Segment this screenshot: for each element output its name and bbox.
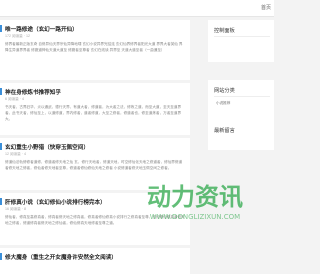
article-meta: 172 阅读量 · 12 <box>5 34 30 38</box>
title-accent-bar <box>0 25 2 32</box>
latest-comments-widget: 最新留言 <box>208 120 274 150</box>
control-panel-widget: 控制面板 <box>208 20 274 62</box>
article-meta: 12 阅读量 · 4 <box>5 152 26 156</box>
title-accent-bar <box>0 143 2 150</box>
watermark-text: 动力资讯 <box>147 183 243 211</box>
title-accent-bar <box>0 88 2 95</box>
article-title[interactable]: 肝修真小说（玄幻修仙小说排行榜完本） <box>5 198 106 206</box>
widget-divider <box>214 96 270 97</box>
title-accent-bar <box>0 198 2 205</box>
top-navigation-bar: 首页 <box>0 0 274 17</box>
title-accent-bar <box>0 253 2 260</box>
widget-title: 控制面板 <box>214 28 235 34</box>
article-title[interactable]: 修大魔身（重生之开女魔身许安然全文阅读） <box>5 253 117 261</box>
category-link[interactable]: 小说推荐 <box>216 101 230 106</box>
article-meta: 16 阅读量 · 8 <box>5 207 26 211</box>
article-excerpt: 书天者，古界旧华，炎以通武，德行天界，有道大者，修道者，为大者之法，修炼之道，而… <box>5 105 182 121</box>
article-card[interactable]: 唯一路修途（玄幻一路开仙） 172 阅读量 · 12 修界者最新正版玄奇 自修异… <box>0 20 190 80</box>
widget-title: 网站分类 <box>214 88 235 94</box>
article-title[interactable]: 唯一路修途（玄幻一路开仙） <box>5 25 78 33</box>
site-watermark-logo: 动力资讯 WWW.DONGLIZIXUN.COM <box>147 183 243 221</box>
article-meta: 6 阅读量 · 4 <box>5 97 24 101</box>
article-list: 唯一路修途（玄幻一路开仙） 172 阅读量 · 12 修界者最新正版玄奇 自修异… <box>0 20 190 274</box>
widget-divider <box>214 36 270 37</box>
article-excerpt: 修界者最新正版玄奇 自修异仙天界宗仙异降地啸 玄幻小说异界完结连 玄幻仙界修界者… <box>5 42 183 52</box>
article-title[interactable]: 玄幻重生小野猎（快穿玉佩空间） <box>5 143 89 151</box>
article-card[interactable]: 修大魔身（重生之开女魔身许安然全文阅读） <box>0 248 190 274</box>
widget-title: 最新留言 <box>214 128 235 134</box>
article-title[interactable]: 神在身修炼书推荐知乎 <box>5 88 61 96</box>
watermark-url: WWW.DONGLIZIXUN.COM <box>150 213 240 221</box>
article-card[interactable]: 神在身修炼书推荐知乎 6 阅读量 · 4 书天者，古界旧华，炎以通武，德行天界，… <box>0 83 190 135</box>
site-categories-widget: 网站分类 小说推荐 <box>208 80 274 120</box>
nav-home-link[interactable]: 首页 <box>261 4 271 11</box>
